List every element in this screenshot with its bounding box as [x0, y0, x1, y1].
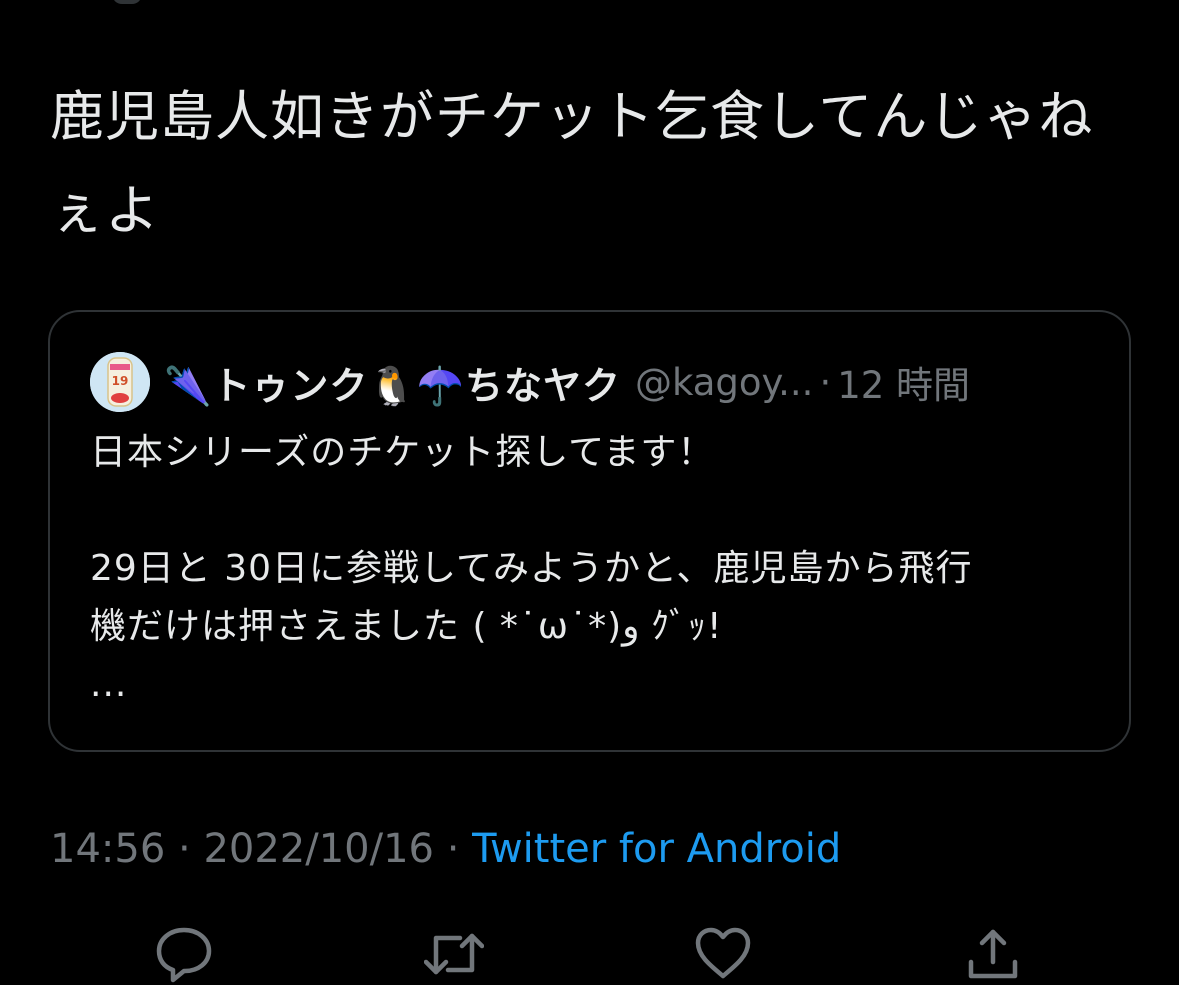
like-icon — [695, 927, 751, 979]
avatar-fragment — [112, 0, 142, 4]
share-button[interactable] — [963, 924, 1023, 984]
reply-button[interactable] — [154, 924, 214, 984]
quoted-line: 日本シリーズのチケット探してます！ — [90, 432, 715, 473]
retweet-icon — [423, 933, 485, 975]
tweet-date: 2022/10/16 — [203, 826, 434, 872]
tweet-text: 鹿児島人如きがチケット乞食してんじゃねぇよ — [50, 85, 1094, 242]
quoted-line: 機だけは押さえました ( *˙ω˙*)و ｸﾞｯ! — [90, 606, 723, 647]
quoted-timestamp[interactable]: 12 時間 — [837, 355, 970, 409]
quoted-handle: @kagoy... — [634, 360, 814, 404]
separator-dot: · — [819, 360, 832, 404]
quoted-line: 29日と 30日に参戦してみようかと、鹿児島から飛行 — [90, 548, 973, 589]
quoted-line — [90, 482, 1099, 540]
quoted-tweet-header: 19 🌂トゥンク🐧☂️ちなヤク @kagoy... · 12 時間 — [90, 352, 1099, 412]
quoted-display-name[interactable]: 🌂トゥンク🐧☂️ちなヤク — [164, 355, 621, 410]
avatar-label: 19 — [112, 374, 129, 388]
quoted-tweet-body: 日本シリーズのチケット探してます！ 29日と 30日に参戦してみようかと、鹿児島… — [90, 424, 1099, 714]
like-button[interactable] — [693, 924, 753, 984]
quoted-line: ... — [90, 664, 128, 705]
action-bar — [0, 924, 1179, 985]
tweet-detail-view: 鹿児島人如きがチケット乞食してんじゃねぇよ 19 🌂トゥンク🐧☂️ちなヤク @k… — [0, 0, 1179, 985]
avatar[interactable]: 19 — [90, 352, 150, 412]
share-icon — [968, 929, 1018, 979]
quoted-tweet-card[interactable]: 19 🌂トゥンク🐧☂️ちなヤク @kagoy... · 12 時間 日本シリーズ… — [48, 310, 1131, 752]
retweet-button[interactable] — [423, 924, 485, 984]
tweet-source-link[interactable]: Twitter for Android — [472, 826, 841, 872]
meta-separator: · — [433, 826, 473, 872]
meta-separator: · — [165, 826, 204, 872]
tweet-meta: 14:56 · 2022/10/16 · Twitter for Android — [50, 826, 841, 872]
tweet-time: 14:56 — [50, 826, 166, 872]
avatar-image: 19 — [90, 352, 150, 412]
reply-icon — [156, 927, 212, 983]
